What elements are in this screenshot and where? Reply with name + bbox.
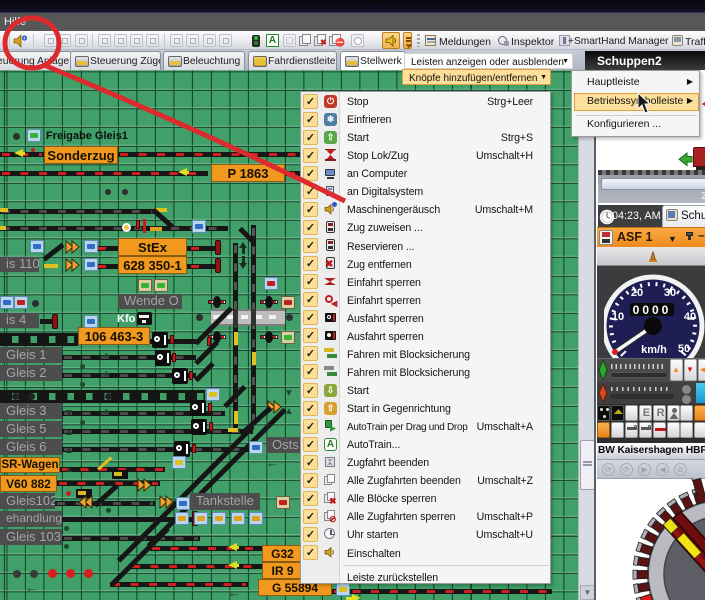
svg-text:20: 20 bbox=[631, 287, 643, 299]
svg-text:10: 10 bbox=[612, 311, 624, 323]
svg-text:50: 50 bbox=[678, 343, 690, 355]
svg-text:km/h: km/h bbox=[641, 344, 667, 356]
svg-text:0000: 0000 bbox=[633, 303, 672, 317]
svg-text:40: 40 bbox=[684, 311, 696, 323]
svg-text:30: 30 bbox=[664, 287, 676, 299]
